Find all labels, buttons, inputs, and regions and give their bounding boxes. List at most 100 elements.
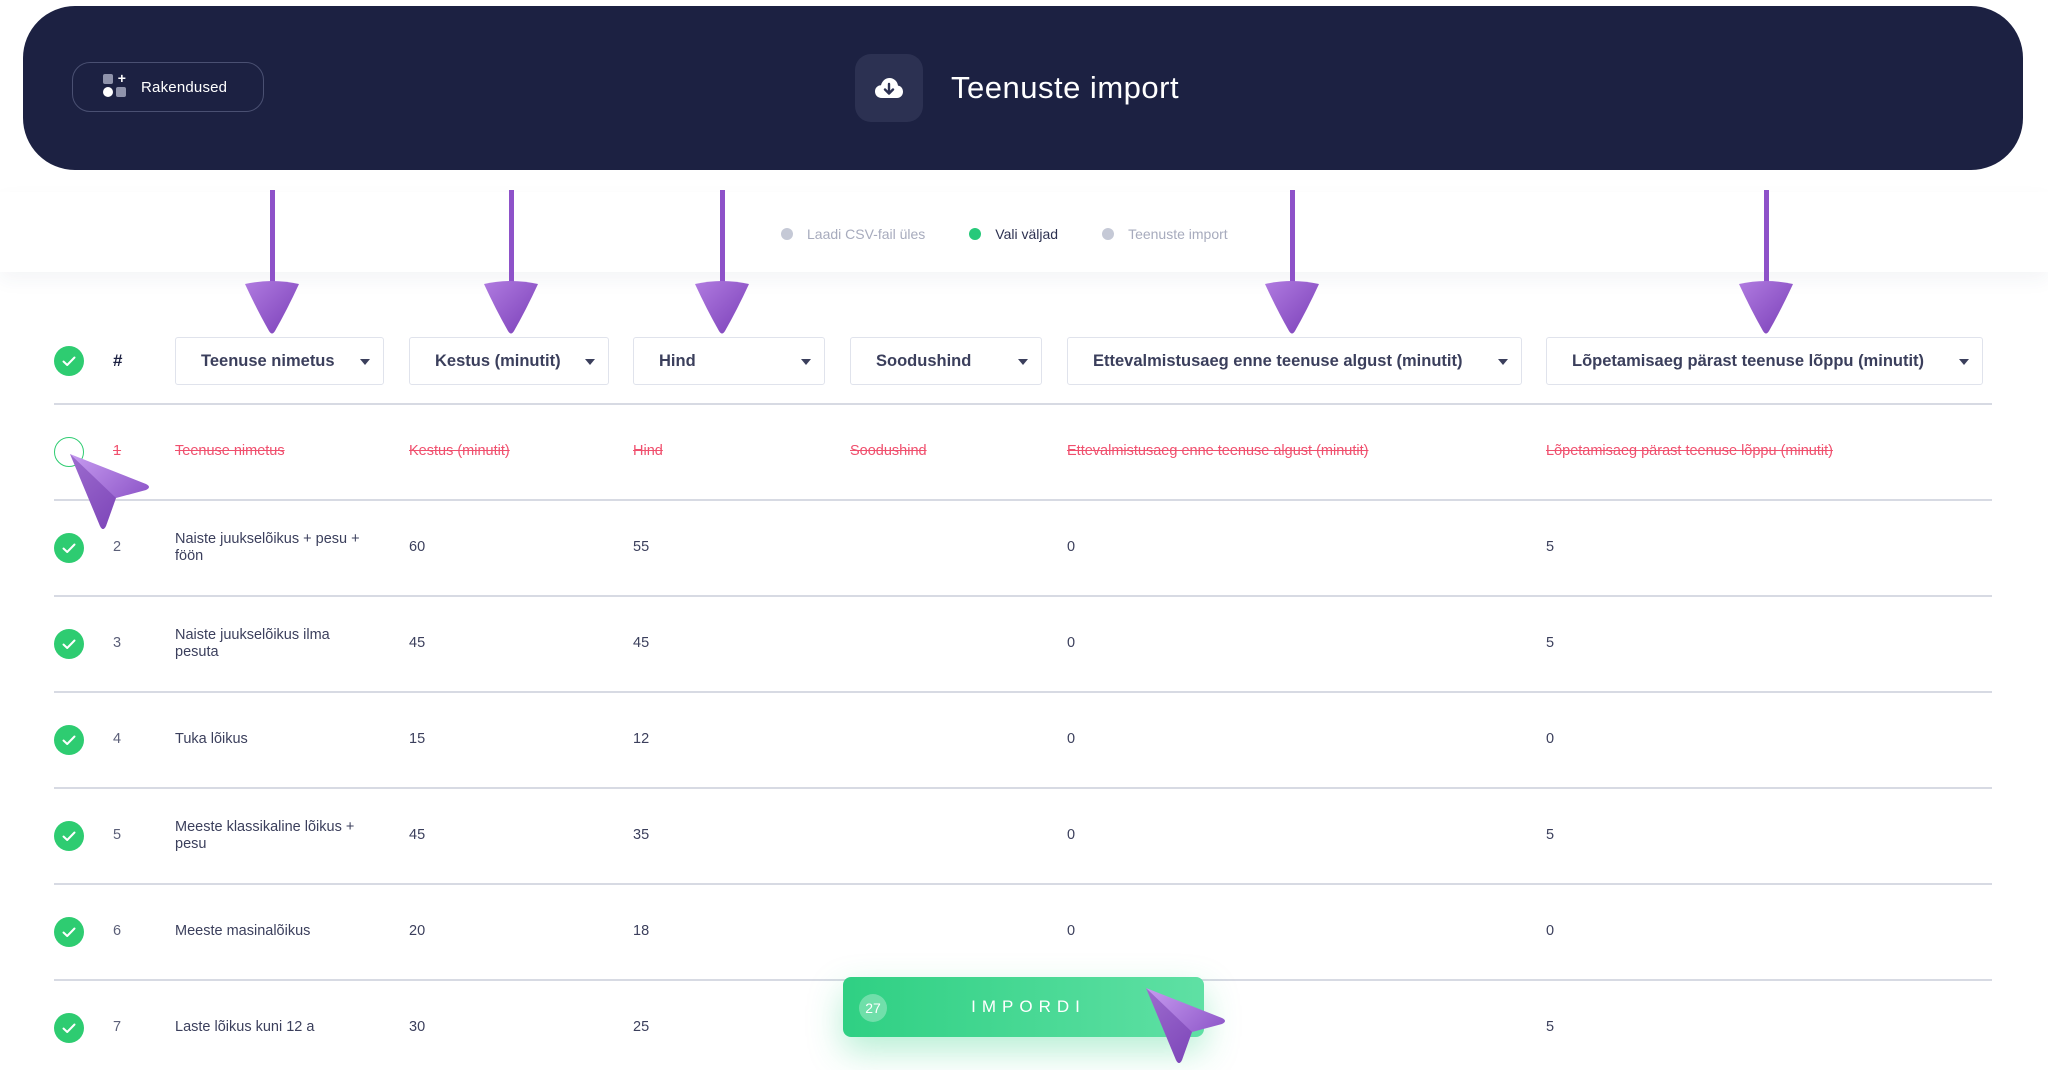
row-checkbox[interactable] [54, 629, 84, 659]
column-select-name[interactable]: Teenuse nimetus [175, 337, 384, 385]
excluded-cell: Lõpetamisaeg pärast teenuse lõppu (minut… [1546, 443, 1833, 459]
price-value: 45 [633, 635, 650, 651]
caret-down-icon [585, 359, 595, 365]
annotation-arrow-icon [484, 190, 538, 334]
excluded-cell: Teenuse nimetus [175, 443, 285, 459]
column-select-duration[interactable]: Kestus (minutit) [409, 337, 609, 385]
column-select-label: Ettevalmistusaeg enne teenuse algust (mi… [1093, 351, 1463, 370]
check-icon [62, 356, 76, 366]
title-group: Teenuste import [855, 54, 1179, 122]
column-select-label: Hind [659, 351, 696, 370]
step-import[interactable]: Teenuste import [1102, 226, 1228, 242]
check-icon [62, 927, 76, 937]
divider [54, 691, 1992, 693]
duration-value: 45 [409, 827, 426, 843]
column-select-prep-time[interactable]: Ettevalmistusaeg enne teenuse algust (mi… [1067, 337, 1522, 385]
finish-time-value: 5 [1546, 635, 1555, 651]
row-index: 6 [113, 923, 122, 939]
column-select-label: Soodushind [876, 351, 972, 370]
finish-time-value: 0 [1546, 923, 1555, 939]
price-value: 55 [633, 539, 650, 555]
page-title: Teenuste import [951, 70, 1180, 105]
row-checkbox[interactable] [54, 725, 84, 755]
select-all-checkbox[interactable] [54, 346, 84, 376]
row-checkbox[interactable] [54, 821, 84, 851]
step-label: Teenuste import [1128, 226, 1228, 242]
duration-value: 45 [409, 635, 426, 651]
check-icon [62, 1023, 76, 1033]
annotation-arrow-icon [245, 190, 299, 334]
service-name: Naiste juukselõikus + pesu + föön [175, 531, 360, 564]
divider [54, 499, 1992, 501]
prep-time-value: 0 [1067, 539, 1076, 555]
caret-down-icon [1018, 359, 1028, 365]
excluded-cell: Kestus (minutit) [409, 443, 510, 459]
row-index: 4 [113, 731, 122, 747]
prep-time-value: 0 [1067, 923, 1076, 939]
duration-value: 15 [409, 731, 426, 747]
annotation-arrow-icon [1265, 190, 1319, 334]
step-dot [1102, 228, 1115, 240]
row-index: 3 [113, 635, 122, 651]
divider [54, 883, 1992, 885]
row-index: 2 [113, 539, 122, 555]
caret-down-icon [801, 359, 811, 365]
app-header: + Rakendused Teenuste import [23, 6, 2023, 170]
service-name: Naiste juukselõikus ilma pesuta [175, 627, 330, 660]
check-icon [62, 639, 76, 649]
index-header: # [113, 351, 123, 370]
check-icon [62, 735, 76, 745]
annotation-arrow-icon [1739, 190, 1793, 334]
price-value: 12 [633, 731, 650, 747]
divider [54, 403, 1992, 405]
row-index: 7 [113, 1019, 122, 1035]
price-value: 35 [633, 827, 650, 843]
apps-button[interactable]: + Rakendused [72, 62, 264, 112]
column-select-discount[interactable]: Soodushind [850, 337, 1042, 385]
column-select-label: Kestus (minutit) [435, 351, 561, 370]
row-checkbox[interactable] [54, 533, 84, 563]
step-upload-csv[interactable]: Laadi CSV-fail üles [781, 226, 925, 242]
divider [54, 595, 1992, 597]
row-index: 5 [113, 827, 122, 843]
step-label: Laadi CSV-fail üles [807, 226, 926, 242]
step-select-fields[interactable]: Vali väljad [969, 226, 1058, 242]
excluded-cell: Soodushind [850, 443, 927, 459]
caret-down-icon [360, 359, 370, 365]
import-count-badge: 27 [859, 994, 887, 1022]
service-name: Tuka lõikus [175, 731, 248, 747]
row-checkbox[interactable] [54, 1013, 84, 1043]
finish-time-value: 5 [1546, 539, 1555, 555]
step-dot [781, 228, 793, 240]
step-label: Vali väljad [995, 226, 1059, 242]
cursor-pointer-icon [70, 454, 149, 529]
cursor-pointer-icon [1146, 988, 1225, 1063]
service-name: Laste lõikus kuni 12 a [175, 1019, 315, 1035]
caret-down-icon [1498, 359, 1508, 365]
excluded-cell: Ettevalmistusaeg enne teenuse algust (mi… [1067, 443, 1369, 459]
price-value: 18 [633, 923, 650, 939]
prep-time-value: 0 [1067, 827, 1076, 843]
finish-time-value: 5 [1546, 827, 1555, 843]
duration-value: 60 [409, 539, 426, 555]
row-checkbox[interactable] [54, 917, 84, 947]
excluded-cell: Hind [633, 443, 663, 459]
apps-button-label: Rakendused [141, 78, 228, 96]
prep-time-value: 0 [1067, 731, 1076, 747]
column-select-price[interactable]: Hind [633, 337, 825, 385]
column-select-label: Lõpetamisaeg pärast teenuse lõppu (minut… [1572, 351, 1925, 370]
prep-time-value: 0 [1067, 635, 1076, 651]
column-select-finish-time[interactable]: Lõpetamisaeg pärast teenuse lõppu (minut… [1546, 337, 1983, 385]
service-name: Meeste klassikaline lõikus + pesu [175, 819, 355, 852]
duration-value: 20 [409, 923, 426, 939]
cloud-download-icon [855, 54, 923, 122]
caret-down-icon [1959, 359, 1969, 365]
stepper: Laadi CSV-fail üles Vali väljad Teenuste… [781, 226, 1228, 242]
annotation-arrow-icon [695, 190, 749, 334]
check-icon [62, 543, 76, 553]
step-dot [969, 228, 982, 240]
duration-value: 30 [409, 1019, 426, 1035]
divider [54, 787, 1992, 789]
apps-grid-icon: + [103, 71, 129, 100]
finish-time-value: 0 [1546, 731, 1555, 747]
